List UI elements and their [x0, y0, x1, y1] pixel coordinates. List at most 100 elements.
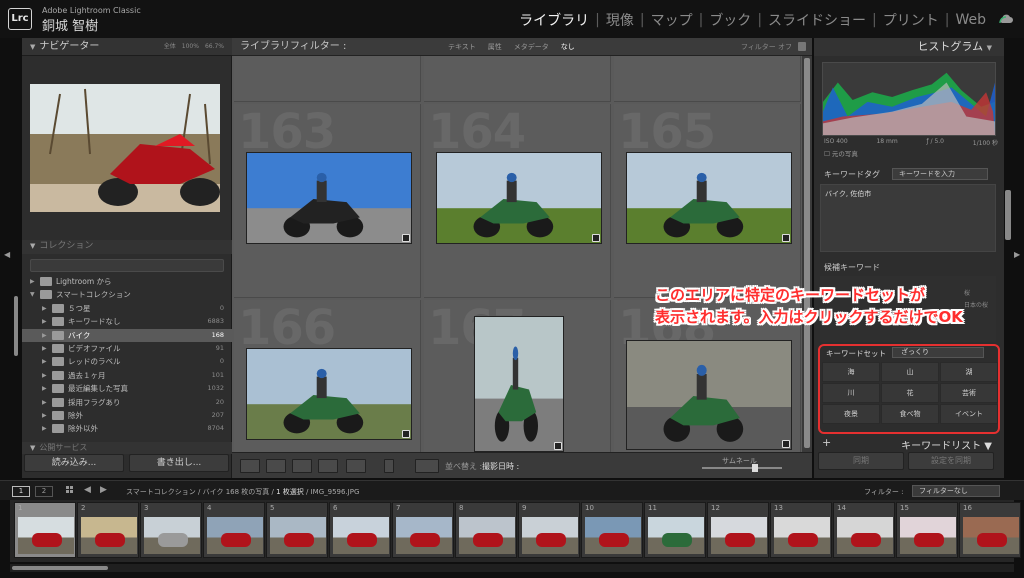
filter-off-label[interactable]: フィルター オフ — [741, 38, 792, 56]
suggested-keywords-row[interactable]: 候補キーワード — [814, 260, 1004, 274]
edit-badge-icon[interactable] — [782, 234, 790, 242]
edit-badge-icon[interactable] — [402, 430, 410, 438]
import-button[interactable]: 読み込み... — [24, 454, 124, 472]
export-button[interactable]: 書き出し... — [129, 454, 229, 472]
edit-badge-icon[interactable] — [402, 234, 410, 242]
filmstrip-cell[interactable]: 16 — [959, 502, 1021, 558]
collection-item[interactable]: ▶ 除外以外 8704 — [22, 422, 232, 435]
original-photo-checkbox[interactable]: ☐ 元の写真 — [824, 148, 858, 158]
filmstrip-cell[interactable]: 8 — [455, 502, 517, 558]
filmstrip-thumbnail[interactable] — [81, 517, 137, 554]
grid-cell[interactable]: 167 — [424, 300, 611, 464]
zoom-100[interactable]: 100% — [182, 43, 199, 50]
photo-thumbnail[interactable] — [436, 152, 602, 244]
filmstrip-scrollbar-track[interactable] — [10, 564, 1014, 572]
publish-services-header[interactable]: ▼ 公開サービス — [22, 442, 232, 454]
filter-tab[interactable]: 属性 — [482, 41, 508, 53]
filmstrip-thumbnail[interactable] — [585, 517, 641, 554]
expander-triangle-icon[interactable]: ▶ — [42, 315, 47, 328]
left-panel-toggle-icon[interactable]: ◀ — [4, 250, 10, 259]
collection-item[interactable]: ▼ スマートコレクション — [22, 288, 232, 301]
filter-tab[interactable]: なし — [555, 41, 581, 53]
collection-item[interactable]: ▶ ビデオファイル 91 — [22, 342, 232, 355]
expander-triangle-icon[interactable]: ▼ — [30, 288, 35, 301]
grid-cell[interactable]: 166 — [234, 300, 421, 464]
compare-view-icon[interactable] — [292, 459, 312, 473]
filmstrip-thumbnail[interactable] — [459, 517, 515, 554]
right-panel-toggle-icon[interactable]: ▶ — [1014, 250, 1020, 259]
grid-cell[interactable]: 165 — [614, 104, 801, 298]
module-tab[interactable]: マップ — [649, 10, 695, 30]
filmstrip-cell[interactable]: 7 — [392, 502, 454, 558]
module-tab[interactable]: スライドショー — [766, 10, 868, 30]
navigator-preview[interactable] — [30, 84, 220, 212]
filmstrip-cell[interactable]: 5 — [266, 502, 328, 558]
zoom-fit[interactable]: 全体 — [164, 43, 176, 50]
page-1-button[interactable]: 1 — [12, 486, 30, 497]
expander-triangle-icon[interactable]: ▶ — [42, 329, 47, 342]
people-view-icon[interactable] — [346, 459, 366, 473]
filmstrip-filter-select[interactable]: フィルターなし — [912, 485, 1000, 497]
filmstrip-thumbnail[interactable] — [648, 517, 704, 554]
loupe-view-icon[interactable] — [266, 459, 286, 473]
zoom-66[interactable]: 66.7% — [205, 43, 224, 50]
filmstrip-thumbnail[interactable] — [396, 517, 452, 554]
filmstrip-scrollbar-thumb[interactable] — [12, 566, 108, 570]
photo-thumbnail[interactable] — [626, 340, 792, 450]
sync-metadata-button[interactable]: 同期 — [818, 452, 904, 470]
painter-icon[interactable] — [384, 459, 394, 473]
add-keyword-icon[interactable]: + — [822, 436, 831, 449]
forward-arrow-icon[interactable]: ▶ — [100, 485, 107, 495]
grid-cell[interactable] — [424, 56, 611, 102]
expander-triangle-icon[interactable]: ▶ — [42, 355, 47, 368]
edit-badge-icon[interactable] — [592, 234, 600, 242]
filter-tab[interactable]: テキスト — [442, 41, 482, 53]
collection-item[interactable]: ▶ 採用フラグあり 20 — [22, 396, 232, 409]
collection-item[interactable]: ▶ 過去１ヶ月 101 — [22, 369, 232, 382]
filmstrip-cell[interactable]: 9 — [518, 502, 580, 558]
filmstrip-thumbnail[interactable] — [207, 517, 263, 554]
sort-value[interactable]: 撮影日時 : — [482, 461, 519, 472]
filmstrip-thumbnail[interactable] — [333, 517, 389, 554]
keyword-tags-box[interactable]: バイク, 佐伯市 — [820, 184, 996, 252]
filmstrip-cell[interactable]: 13 — [770, 502, 832, 558]
collections-header[interactable]: ▼ コレクション — [22, 240, 232, 254]
back-arrow-icon[interactable]: ◀ — [84, 485, 91, 495]
keyword-list-row[interactable]: + キーワードリスト ▼ — [814, 436, 1004, 452]
expander-triangle-icon[interactable]: ▶ — [42, 342, 47, 355]
lock-icon[interactable] — [798, 42, 806, 51]
grid-scrollbar-thumb[interactable] — [804, 58, 810, 448]
filmstrip-cell[interactable]: 1 — [14, 502, 76, 558]
module-tab[interactable]: プリント — [881, 10, 941, 30]
thumbnail-size-slider[interactable] — [702, 467, 782, 469]
expander-triangle-icon[interactable]: ▶ — [42, 409, 47, 422]
filmstrip-thumbnail[interactable] — [711, 517, 767, 554]
module-tab[interactable]: Web — [953, 12, 988, 28]
expander-triangle-icon[interactable]: ▶ — [42, 396, 47, 409]
collection-item[interactable]: ▶ キーワードなし 6883 — [22, 315, 232, 328]
module-tab[interactable]: ライブラリ — [517, 10, 591, 30]
cloud-icon[interactable] — [998, 14, 1014, 24]
photo-thumbnail[interactable] — [246, 348, 412, 440]
filmstrip-cell[interactable]: 15 — [896, 502, 958, 558]
filmstrip-thumbnail[interactable] — [774, 517, 830, 554]
filmstrip-thumbnail[interactable] — [522, 517, 578, 554]
filmstrip-cell[interactable]: 14 — [833, 502, 895, 558]
module-tab[interactable]: 現像 — [604, 10, 636, 30]
right-panel-scrollbar[interactable] — [1005, 190, 1011, 240]
module-tab[interactable]: ブック — [707, 10, 753, 30]
collection-item[interactable]: ▶ バイク 168 — [22, 328, 232, 342]
filmstrip-thumbnail[interactable] — [144, 517, 200, 554]
filmstrip-thumbnail[interactable] — [18, 517, 74, 554]
grid-view-icon[interactable] — [240, 459, 260, 473]
grid-cell[interactable]: 163 — [234, 104, 421, 298]
sync-settings-button[interactable]: 設定を同期 — [908, 452, 994, 470]
edit-badge-icon[interactable] — [554, 442, 562, 450]
collections-search-input[interactable] — [30, 259, 224, 272]
filmstrip-thumbnail[interactable] — [270, 517, 326, 554]
filmstrip-source-path[interactable]: スマートコレクション / バイク 168 枚の写真 / 1 枚選択 / IMG_… — [126, 487, 359, 497]
grid-icon[interactable] — [66, 486, 76, 496]
filmstrip-cell[interactable]: 2 — [77, 502, 139, 558]
collection-item[interactable]: ▶ Lightroom から — [22, 275, 232, 288]
collection-item[interactable]: ▶ 除外 207 — [22, 409, 232, 422]
